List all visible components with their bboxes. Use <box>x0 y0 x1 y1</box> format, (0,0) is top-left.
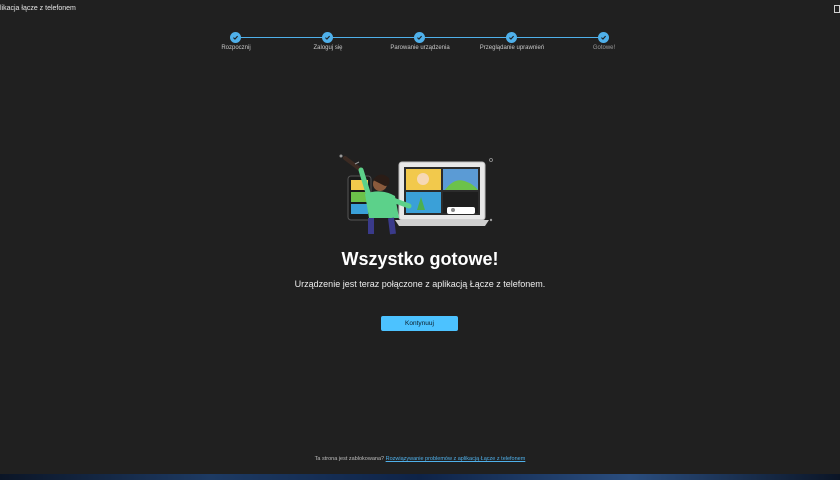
step-1-check-icon <box>230 32 241 43</box>
step-label-pairing: Parowanie urządzenia <box>390 45 450 51</box>
step-label-start: Rozpocznij <box>221 45 251 51</box>
window-title: likacja łącze z telefonem <box>0 5 76 12</box>
stepper-connector <box>241 37 322 38</box>
connection-status-text: Urządzenie jest teraz połączone z aplika… <box>294 279 546 289</box>
page-title: Wszystko gotowe! <box>341 249 499 269</box>
maximize-icon[interactable] <box>834 5 840 13</box>
person-phone-laptop-illustration <box>335 152 505 237</box>
troubleshoot-link[interactable]: Rozwiązywanie problemów z aplikacją Łącz… <box>386 456 526 462</box>
stepper-connector <box>517 37 598 38</box>
step-label-done: Gotowe! <box>592 45 616 51</box>
step-3-check-icon <box>414 32 425 43</box>
title-bar: likacja łącze z telefonem <box>0 0 840 20</box>
stepper-connector <box>425 37 506 38</box>
taskbar-strip <box>0 474 840 480</box>
continue-button[interactable]: Kontynuuj <box>381 316 458 331</box>
step-2-check-icon <box>322 32 333 43</box>
footer: Ta strona jest zablokowana? Rozwiązywani… <box>0 456 840 462</box>
stepper-connector <box>333 37 414 38</box>
step-5-check-icon <box>598 32 609 43</box>
step-label-sign-in: Zaloguj się <box>313 45 343 51</box>
step-label-permissions: Przeglądanie uprawnień <box>479 45 545 51</box>
footer-prefix-text: Ta strona jest zablokowana? <box>314 456 385 462</box>
step-4-check-icon <box>506 32 517 43</box>
